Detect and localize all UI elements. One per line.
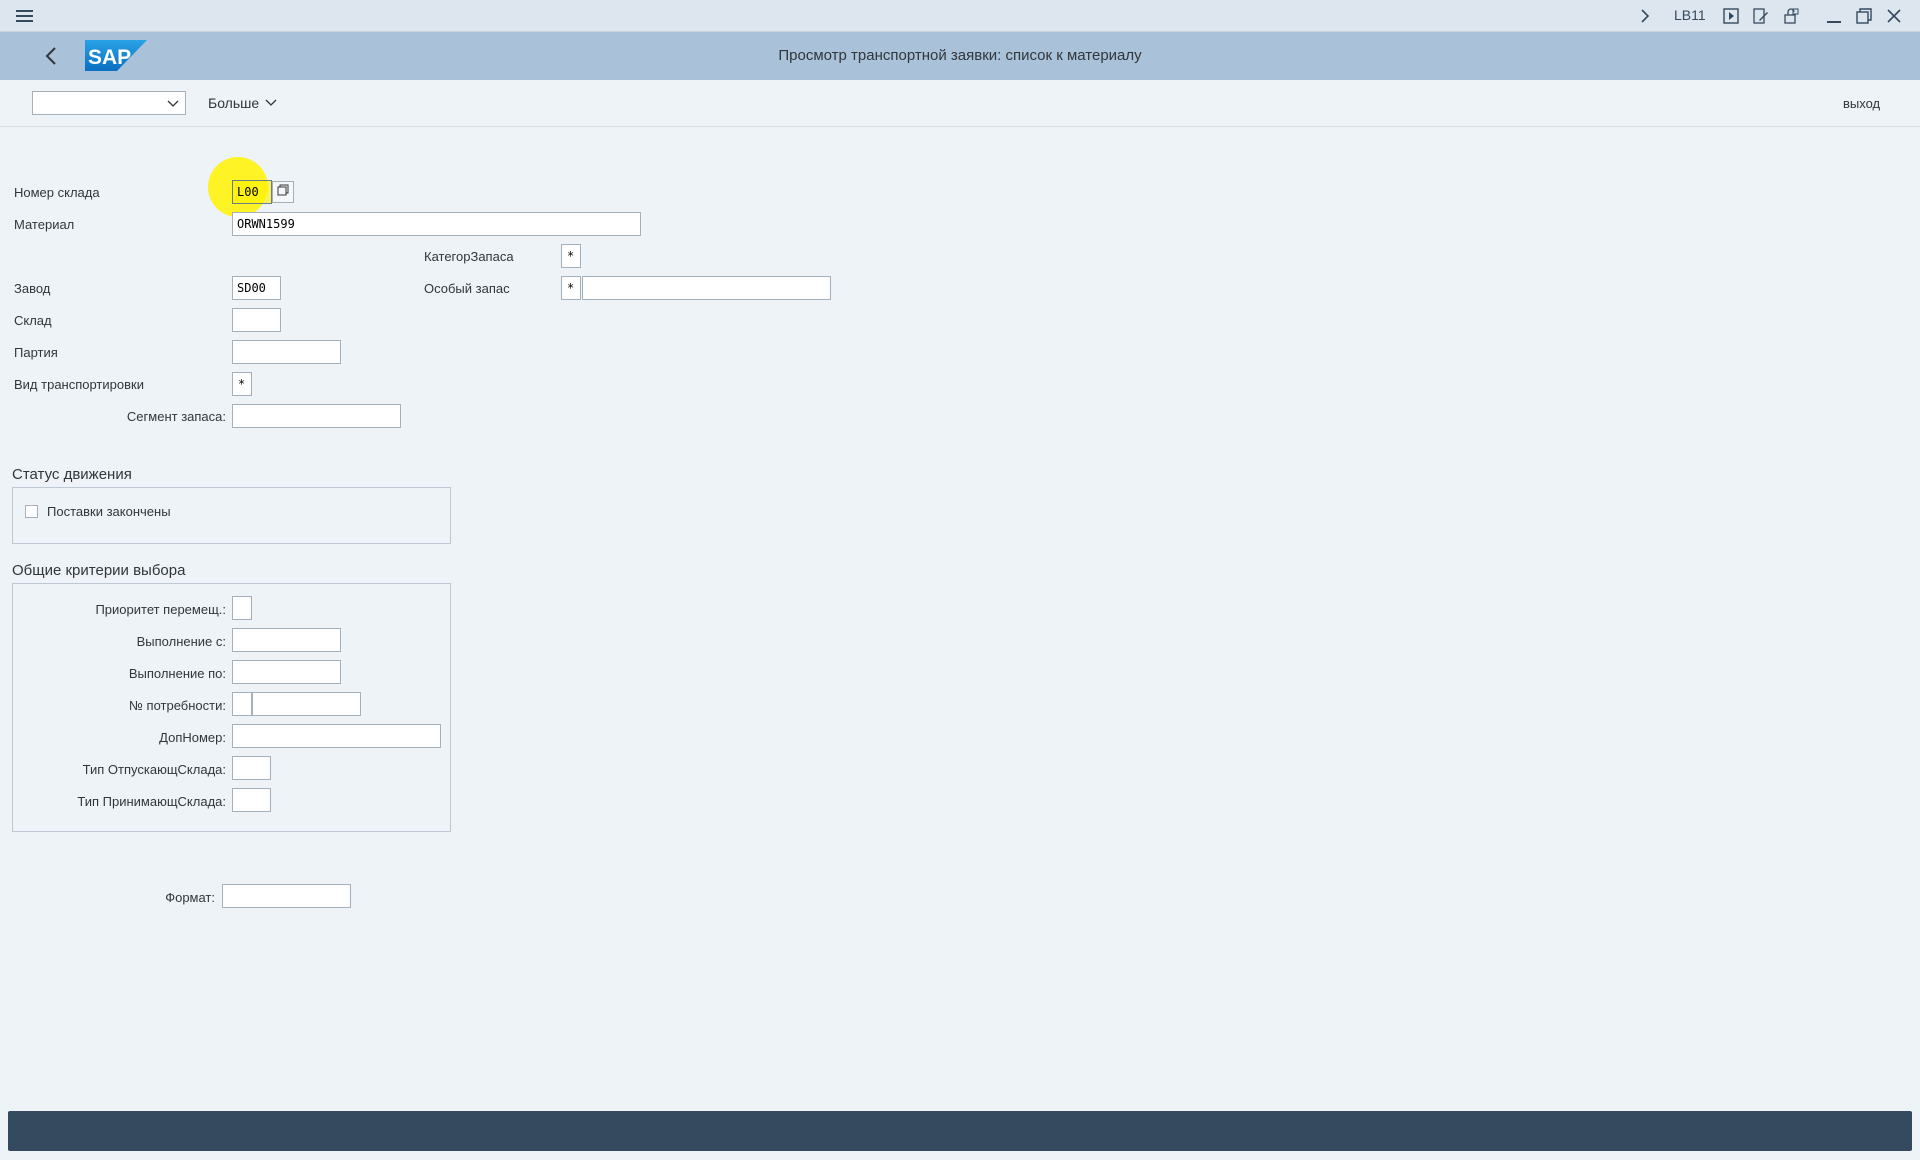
stock-segment-label: Сегмент запаса:	[126, 409, 226, 424]
source-type-label: Тип ОтпускающСклада:	[82, 762, 226, 777]
storage-location-label: Склад	[14, 313, 52, 328]
requirement-type-input[interactable]	[232, 692, 252, 716]
warehouse-input-overlay[interactable]: L00	[232, 180, 272, 204]
warehouse-label: Номер склада	[14, 185, 100, 200]
special-stock-number-input[interactable]	[582, 276, 831, 300]
exec-to-label: Выполнение по:	[128, 666, 226, 681]
lock-icon[interactable]	[1780, 5, 1802, 27]
menu-icon[interactable]	[13, 5, 35, 27]
stock-category-label: КатегорЗапаса	[424, 249, 514, 264]
batch-input[interactable]	[232, 340, 341, 364]
more-menu-button[interactable]: Больше	[208, 95, 277, 111]
exec-from-input[interactable]	[232, 628, 341, 652]
close-icon[interactable]	[1883, 5, 1905, 27]
system-bar: LB11	[0, 0, 1920, 32]
stock-segment-input[interactable]	[232, 404, 401, 428]
requirement-number-input[interactable]	[252, 692, 361, 716]
general-criteria-title: Общие критерии выбора	[12, 562, 186, 579]
batch-label: Партия	[14, 345, 58, 360]
add-number-label: ДопНомер:	[159, 730, 226, 745]
plant-input[interactable]: SD00	[232, 276, 281, 300]
format-label: Формат:	[165, 890, 215, 905]
format-input[interactable]	[222, 884, 351, 908]
copy-icon	[277, 183, 289, 201]
page-title: Просмотр транспортной заявки: список к м…	[778, 47, 1142, 64]
minimize-icon[interactable]	[1823, 5, 1845, 27]
source-type-input[interactable]	[232, 756, 271, 780]
exec-to-input[interactable]	[232, 660, 341, 684]
special-stock-label: Особый запас	[424, 281, 510, 296]
value-help-button[interactable]	[272, 181, 294, 203]
movement-status-title: Статус движения	[12, 466, 132, 483]
exit-button[interactable]: выход	[1843, 96, 1880, 111]
exec-from-label: Выполнение с:	[136, 634, 226, 649]
bottom-edge	[0, 1156, 1920, 1160]
special-stock-indicator-input[interactable]: *	[561, 276, 581, 300]
chevron-down-icon	[265, 95, 277, 111]
priority-label: Приоритет перемещ.:	[95, 602, 226, 617]
run-icon[interactable]	[1720, 5, 1742, 27]
priority-input[interactable]	[232, 596, 252, 620]
deliveries-completed-checkbox[interactable]	[25, 505, 38, 518]
transaction-code: LB11	[1674, 7, 1706, 23]
transport-type-label: Вид транспортировки	[14, 377, 144, 392]
title-bar: SAP Просмотр транспортной заявки: список…	[0, 32, 1920, 80]
material-input[interactable]: ORWN1599	[232, 212, 641, 236]
plant-label: Завод	[14, 281, 51, 296]
movement-status-group: Поставки закончены	[12, 487, 451, 544]
chevron-right-icon[interactable]	[1634, 5, 1656, 27]
requirement-no-label: № потребности:	[129, 698, 226, 713]
command-field-select[interactable]	[32, 91, 186, 115]
add-number-input[interactable]	[232, 724, 441, 748]
chevron-down-icon	[167, 96, 179, 114]
dest-type-input[interactable]	[232, 788, 271, 812]
transport-type-input[interactable]: *	[232, 372, 252, 396]
storage-location-input[interactable]	[232, 308, 281, 332]
material-label: Материал	[14, 217, 75, 232]
dest-type-label: Тип ПринимающСклада:	[77, 794, 226, 809]
stock-category-input[interactable]: *	[561, 244, 581, 268]
more-label: Больше	[208, 95, 260, 111]
deliveries-completed-label: Поставки закончены	[47, 504, 171, 519]
status-bar	[8, 1111, 1912, 1151]
toolbar: Больше выход	[0, 80, 1920, 127]
restore-icon[interactable]	[1853, 5, 1875, 27]
edit-icon[interactable]	[1750, 5, 1772, 27]
